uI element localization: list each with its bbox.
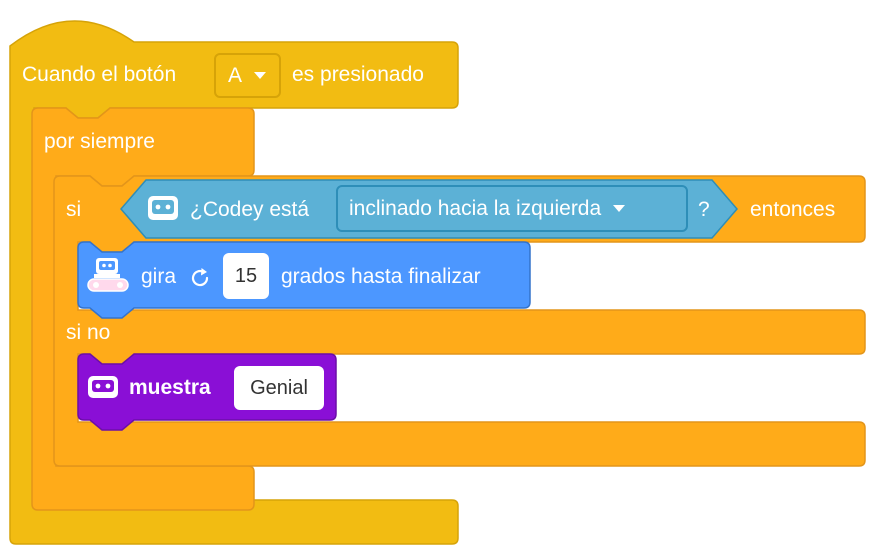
forever-label: por siempre bbox=[44, 130, 155, 153]
degrees-input[interactable]: 15 bbox=[223, 253, 269, 299]
tilt-direction-value: inclinado hacia la izquierda bbox=[349, 196, 602, 220]
sensing-label: ¿Codey está bbox=[190, 198, 310, 221]
chevron-down-icon bbox=[613, 205, 626, 212]
codey-icon bbox=[88, 376, 118, 398]
hat-suffix-label: es presionado bbox=[292, 63, 424, 86]
button-dropdown-value: A bbox=[228, 63, 243, 87]
else-label: si no bbox=[66, 321, 111, 344]
turn-label: gira bbox=[141, 265, 177, 288]
show-label: muestra bbox=[129, 376, 211, 399]
then-label: entonces bbox=[750, 198, 836, 221]
if-label: si bbox=[66, 198, 82, 221]
hat-prefix-label: Cuando el botón bbox=[22, 63, 177, 86]
codey-icon bbox=[148, 196, 178, 220]
question-mark-label: ? bbox=[698, 198, 710, 221]
button-dropdown[interactable]: A bbox=[214, 53, 281, 98]
turn-suffix-label: grados hasta finalizar bbox=[281, 265, 481, 288]
tilt-direction-dropdown[interactable]: inclinado hacia la izquierda bbox=[336, 185, 688, 232]
chevron-down-icon bbox=[254, 72, 267, 79]
degrees-value: 15 bbox=[234, 264, 258, 287]
show-text-value: Genial bbox=[250, 376, 308, 399]
show-text-input[interactable]: Genial bbox=[234, 366, 324, 410]
